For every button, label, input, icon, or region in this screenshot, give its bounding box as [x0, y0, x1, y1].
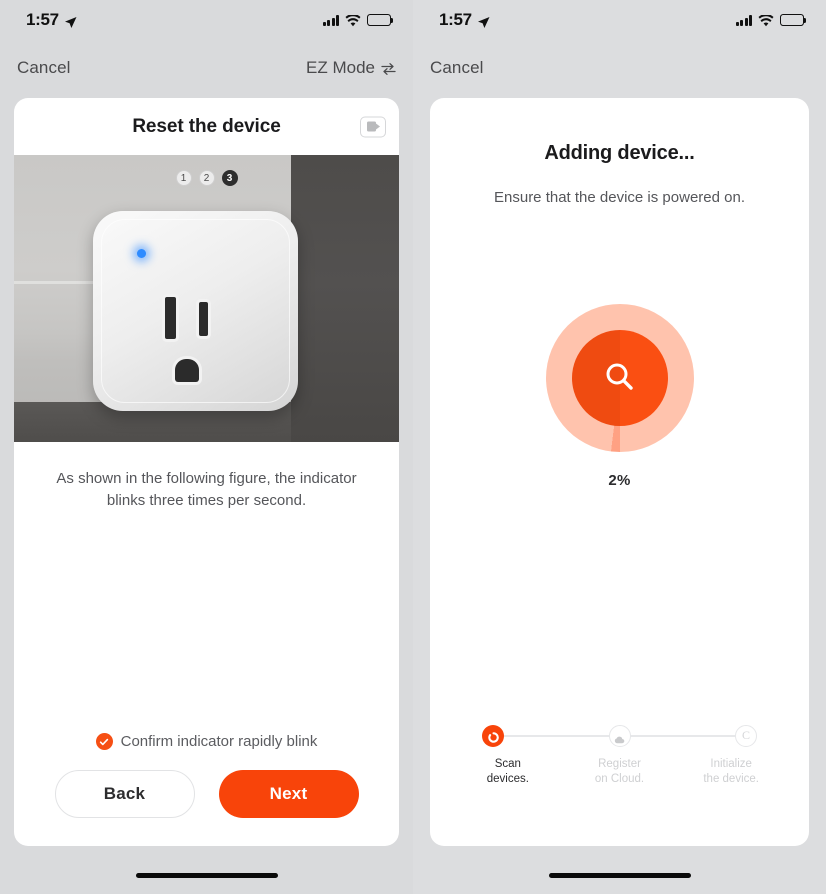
step-dot-register	[608, 724, 631, 747]
video-glyph	[366, 121, 380, 132]
steps-dots: C	[482, 724, 757, 747]
plug-slot-right	[199, 302, 208, 336]
location-arrow-icon	[477, 14, 490, 28]
action-buttons: Back Next	[14, 770, 399, 846]
photo-step-1-label: 1	[180, 172, 187, 184]
ez-mode-button[interactable]: EZ Mode	[306, 58, 396, 78]
step-label-scan: Scan devices.	[452, 757, 564, 788]
progress-core	[571, 330, 668, 426]
progress-percent: 2%	[608, 472, 631, 489]
left-status-bar: 1:57	[0, 0, 413, 40]
cloud-icon	[614, 731, 625, 744]
status-time: 1:57	[26, 10, 59, 29]
cellular-bars-icon	[735, 15, 752, 26]
c-circle-icon: C	[741, 728, 750, 743]
battery-icon	[780, 14, 807, 26]
confirm-checkbox-row[interactable]: Confirm indicator rapidly blink	[14, 733, 399, 770]
step-label-initialize: Initialize the device.	[675, 757, 787, 788]
step-label-register: Register on Cloud.	[564, 757, 676, 788]
page-title: Reset the device	[132, 115, 281, 137]
plug-led-indicator	[137, 249, 146, 258]
next-button[interactable]: Next	[218, 770, 359, 818]
steps-labels: Scan devices. Register on Cloud. Initial…	[452, 757, 787, 788]
status-clock-group: 1:57	[26, 10, 77, 30]
step-label-register-line2: on Cloud.	[594, 773, 645, 786]
photo-step-indicators: 1 2 3	[14, 170, 399, 186]
step-dot-scan	[482, 724, 504, 747]
photo-wall-right	[291, 155, 399, 442]
instruction-text: As shown in the following figure, the in…	[56, 470, 357, 509]
step-label-initialize-line1: Initialize	[710, 757, 752, 770]
smart-plug-device	[93, 211, 298, 411]
wifi-icon	[758, 14, 774, 27]
status-time-right: 1:57	[439, 10, 472, 29]
right-nav-bar: Cancel	[413, 40, 826, 96]
cellular-bars-icon	[322, 15, 339, 26]
spinner-icon	[487, 730, 499, 744]
step-label-register-line1: Register	[598, 757, 641, 770]
ez-mode-label: EZ Mode	[306, 58, 375, 77]
plug-slot-left	[165, 297, 176, 339]
home-indicator	[548, 873, 691, 878]
steps-track: C	[482, 724, 757, 747]
magnifier-icon	[600, 358, 640, 398]
step-label-scan-line1: Scan	[494, 757, 521, 770]
cancel-button[interactable]: Cancel	[17, 58, 71, 78]
right-status-bar: 1:57	[413, 0, 826, 40]
card-header: Reset the device	[14, 98, 399, 155]
check-circle-icon[interactable]	[95, 733, 113, 750]
step-dot-initialize: C	[735, 724, 757, 747]
adding-device-subtitle: Ensure that the device is powered on.	[494, 189, 745, 206]
left-nav-bar: Cancel EZ Mode	[0, 40, 413, 96]
photo-step-3-label: 3	[226, 172, 233, 184]
back-button[interactable]: Back	[54, 770, 195, 818]
status-clock-group-right: 1:57	[439, 10, 490, 30]
adding-device-title: Adding device...	[544, 142, 695, 164]
location-arrow-icon	[64, 14, 77, 28]
photo-step-2: 2	[198, 170, 215, 186]
wifi-icon	[345, 14, 361, 27]
dual-phone-screenshots: 1:57 Cancel EZ Mode Reset the device 1 2…	[0, 0, 826, 894]
home-indicator	[135, 873, 278, 878]
card-spacer	[14, 512, 399, 734]
photo-step-2-label: 2	[203, 172, 210, 184]
right-phone-screen: 1:57 Cancel Adding device... Ensure that…	[413, 0, 826, 894]
progress-indicator: 2%	[430, 206, 809, 489]
setup-steps: C Scan devices. Register on Cloud. Initi…	[430, 724, 809, 788]
photo-step-1: 1	[175, 170, 192, 186]
status-indicators	[322, 14, 394, 27]
confirm-label: Confirm indicator rapidly blink	[120, 733, 318, 750]
battery-icon	[367, 14, 394, 26]
reset-device-card: Reset the device 1 2 3 As shown in the f…	[14, 98, 399, 846]
adding-device-card: Adding device... Ensure that the device …	[430, 98, 809, 846]
video-camera-icon[interactable]	[360, 116, 386, 137]
smart-plug-photo: 1 2 3	[14, 155, 399, 442]
cancel-button[interactable]: Cancel	[430, 58, 484, 78]
plug-ground-pin	[175, 359, 199, 382]
progress-donut	[545, 304, 694, 452]
step-label-scan-line2: devices.	[486, 773, 529, 786]
swap-arrows-icon	[381, 61, 396, 75]
photo-step-3: 3	[221, 170, 238, 186]
step-label-initialize-line2: the device.	[703, 773, 759, 786]
left-phone-screen: 1:57 Cancel EZ Mode Reset the device 1 2…	[0, 0, 413, 894]
status-indicators-right	[735, 14, 807, 27]
